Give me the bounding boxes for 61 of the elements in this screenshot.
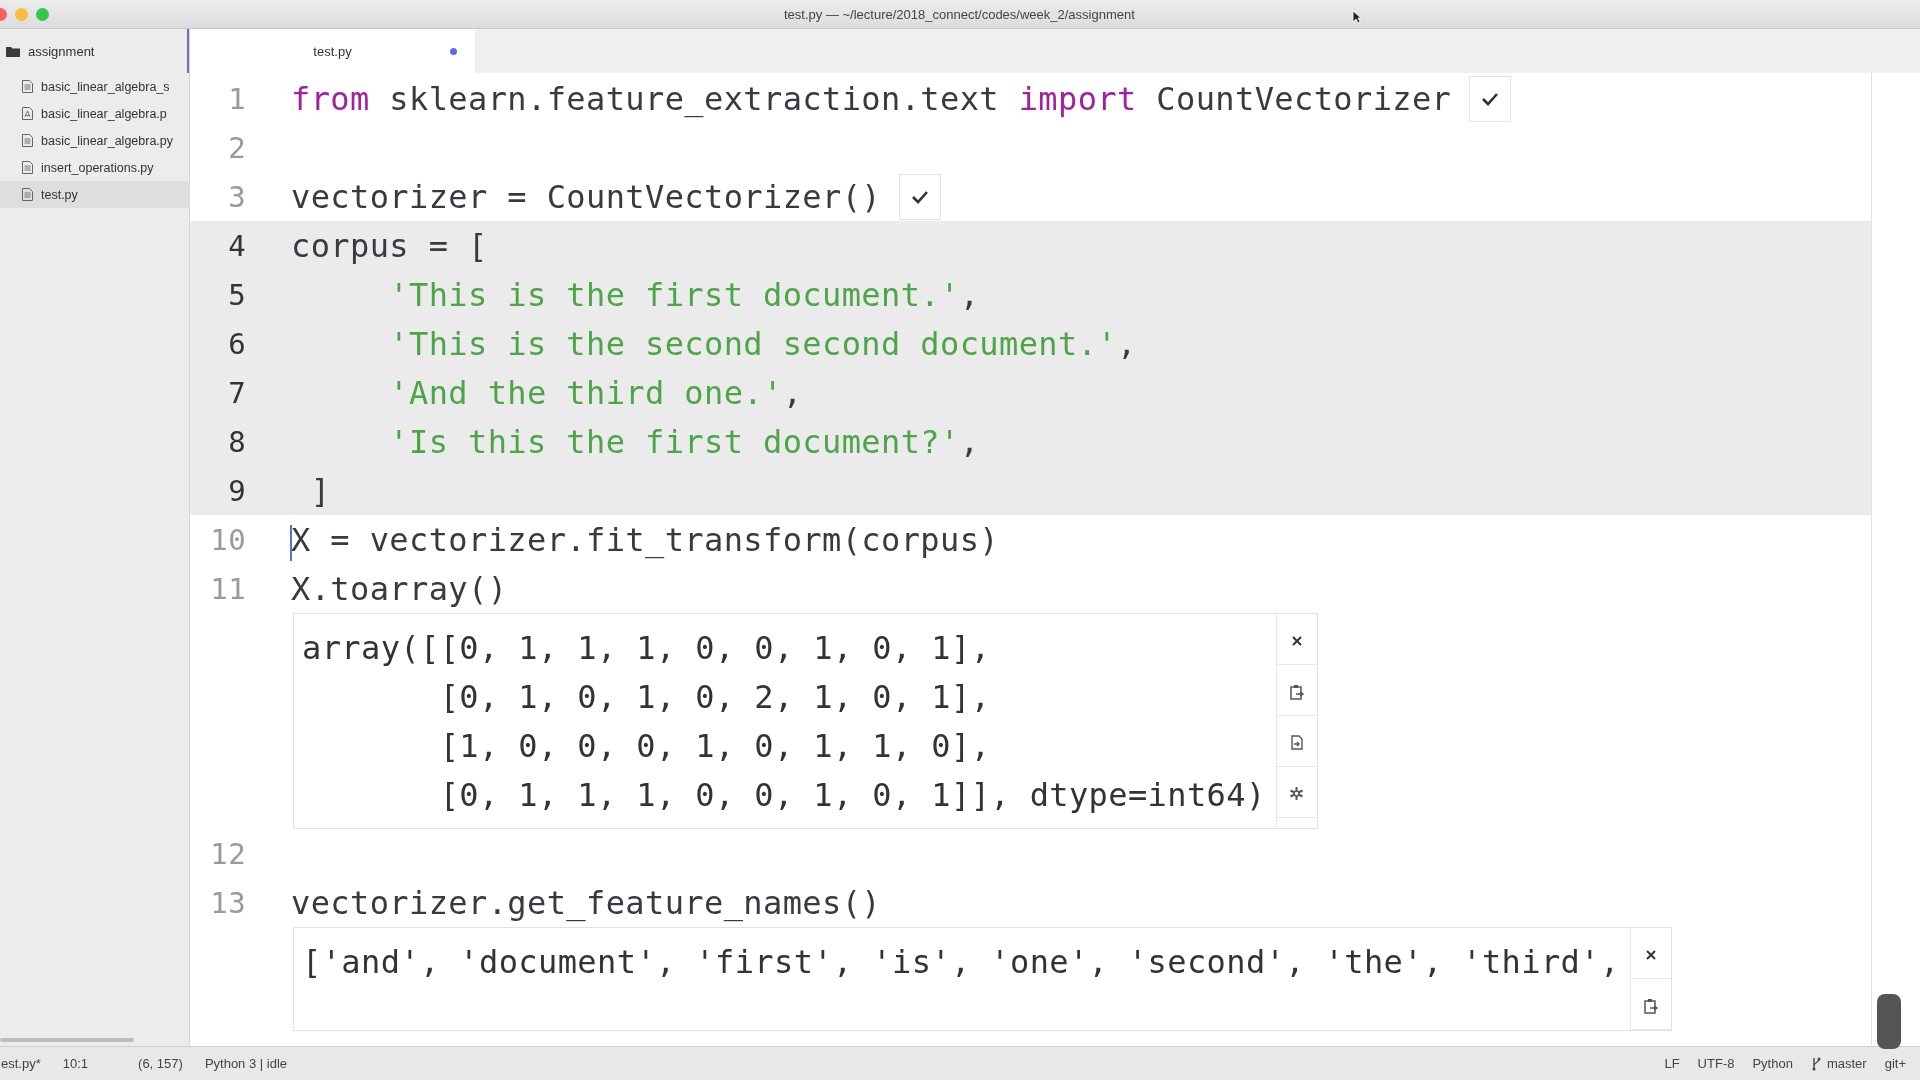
clipboard-icon: [1289, 683, 1304, 700]
line-number: 3: [227, 179, 246, 214]
line-number: 10: [209, 522, 246, 557]
line-number: 8: [227, 424, 246, 459]
code-line: from sklearn.feature_extraction.text import CountVectorizer: [291, 79, 1452, 118]
code-line: corpus = [: [291, 226, 488, 265]
code-line: vectorizer.get_feature_names(): [291, 883, 881, 922]
line-number: 6: [227, 326, 246, 361]
file-item[interactable]: basic_linear_algebra.py: [0, 127, 189, 154]
code-line: 'This is the first document.',: [388, 275, 980, 314]
close-icon: [1290, 634, 1303, 647]
status-item: (6, 157): [138, 1056, 183, 1071]
status-item: Python: [1752, 1056, 1793, 1071]
code-line: 'Is this the first document?',: [388, 422, 980, 461]
status-item: Python 3 | idle: [204, 1056, 288, 1071]
output-line: ['and', 'document', 'first', 'is', 'one', 'second', 'the', 'third',: [302, 942, 1620, 983]
close-icon: [1644, 948, 1657, 961]
line-number: 1: [227, 81, 246, 116]
output-line: [0, 1, 0, 1, 0, 2, 1, 0, 1],: [438, 677, 992, 718]
output-line: array([[0, 1, 1, 1, 0, 0, 1, 0, 1],: [302, 628, 992, 669]
file-icon: [22, 188, 33, 201]
code-line: 'And the third one.',: [388, 373, 803, 412]
branch-icon: [1810, 1056, 1821, 1071]
status-item: 10:1: [62, 1056, 89, 1071]
status-item: UTF-8: [1697, 1056, 1735, 1071]
folder-icon: [6, 45, 20, 57]
code-line: vectorizer = CountVectorizer(): [291, 177, 881, 216]
clipboard-icon: [1643, 997, 1658, 1014]
line-number: 4: [227, 228, 246, 263]
pdf-file-icon: [22, 107, 33, 120]
code-line: X.toarray(): [291, 569, 508, 608]
document-icon: [1290, 735, 1303, 750]
line-number: 5: [227, 277, 246, 312]
line-number: 2: [227, 130, 246, 165]
mouse-pointer-icon: [1352, 10, 1362, 24]
branch-item[interactable]: master: [1826, 1056, 1867, 1071]
file-icon: [22, 161, 33, 174]
code-line: X = vectorizer.fit_transform(corpus): [291, 520, 999, 559]
line-number: 7: [227, 375, 246, 410]
file-icon: [22, 134, 33, 147]
window-title: test.py — ~/lecture/2018_connect/codes/week_2/assignment: [784, 6, 1135, 22]
scrollbar-thumb[interactable]: [1877, 994, 1901, 1049]
file-item[interactable]: basic_linear_algebra_s: [0, 73, 189, 100]
file-item[interactable]: insert_operations.py: [0, 154, 189, 181]
editor-tab[interactable]: test.py: [190, 29, 475, 73]
code-line: 'This is the second second document.',: [388, 324, 1137, 363]
output-line: [0, 1, 1, 1, 0, 0, 1, 0, 1]], dtype=int64): [438, 775, 1266, 816]
line-number: 9: [227, 473, 246, 508]
output-line: [1, 0, 0, 0, 1, 0, 1, 1, 0],: [438, 726, 992, 767]
line-number: 12: [209, 836, 246, 871]
status-item: git+: [1884, 1056, 1906, 1071]
status-item: est.py*: [1, 1056, 41, 1071]
line-number: 13: [209, 885, 246, 920]
status-item: LF: [1664, 1056, 1680, 1071]
code-line: ]: [309, 471, 331, 510]
line-number: 11: [209, 571, 246, 606]
file-icon: [22, 80, 33, 93]
file-item[interactable]: test.py: [0, 181, 189, 208]
file-item[interactable]: basic_linear_algebra.p: [0, 100, 189, 127]
scrollbar[interactable]: [0, 1038, 134, 1042]
settings-icon: [1289, 786, 1305, 801]
